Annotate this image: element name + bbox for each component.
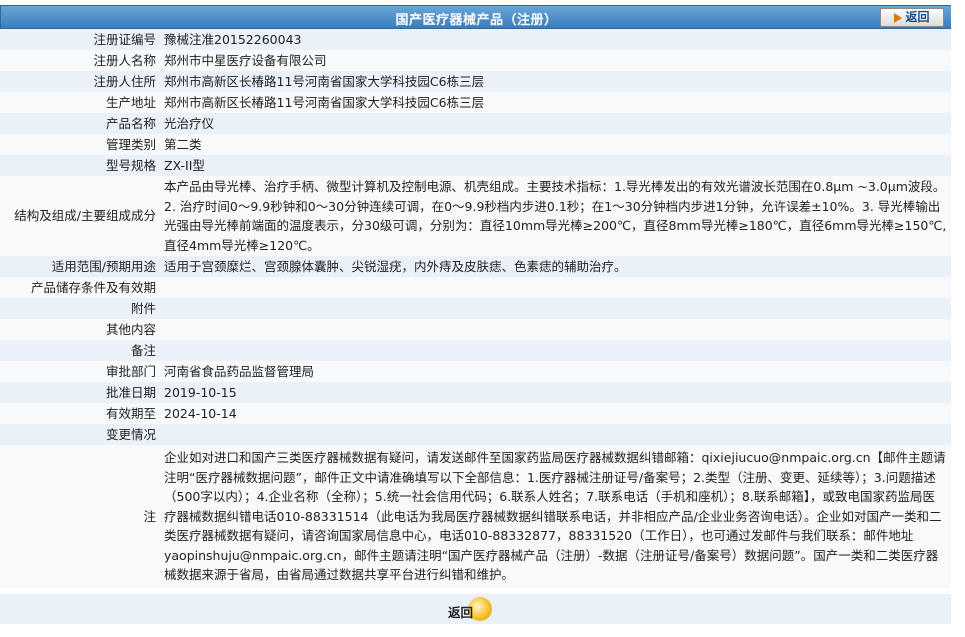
row-value bbox=[160, 424, 951, 445]
row-label: 注册证编号 bbox=[0, 29, 160, 50]
back-button-bottom-label: 返回 bbox=[448, 605, 474, 620]
table-row: 结构及组成/主要组成成分 本产品由导光棒、治疗手柄、微型计算机及控制电源、机壳组成… bbox=[0, 176, 951, 256]
row-value: 2019-10-15 bbox=[160, 382, 951, 403]
row-value: 2024-10-14 bbox=[160, 403, 951, 424]
row-label: 有效期至 bbox=[0, 403, 160, 424]
row-label: 变更情况 bbox=[0, 424, 160, 445]
row-label: 附件 bbox=[0, 298, 160, 319]
row-label: 批准日期 bbox=[0, 382, 160, 403]
row-label: 备注 bbox=[0, 340, 160, 361]
row-value bbox=[160, 277, 951, 298]
page-right-margin bbox=[951, 0, 965, 637]
row-value: ZX-II型 bbox=[160, 155, 951, 176]
table-row: 适用范围/预期用途 适用于宫颈糜烂、宫颈腺体囊肿、尖锐湿疣，内外痔及皮肤痣、色素痣… bbox=[0, 256, 951, 277]
back-button-top-label: 返回 bbox=[905, 10, 930, 24]
row-label: 注册人住所 bbox=[0, 71, 160, 92]
detail-table: 注册证编号 豫械注准20152260043 注册人名称 郑州市中星医疗设备有限公司 … bbox=[0, 29, 951, 588]
note-text: 企业如对进口和国产三类医疗器械数据有疑问，请发送邮件至国家药监局医疗器械数据纠错… bbox=[160, 445, 951, 588]
note-row: 注企业如对进口和国产三类医疗器械数据有疑问，请发送邮件至国家药监局医疗器械数据纠… bbox=[0, 445, 951, 588]
note-label: 注 bbox=[0, 445, 160, 588]
table-row: 产品名称 光治疗仪 bbox=[0, 113, 951, 134]
table-row: 注册人名称 郑州市中星医疗设备有限公司 bbox=[0, 50, 951, 71]
page-header: 国产医疗器械产品（注册） 返回 bbox=[0, 5, 953, 29]
row-value: 光治疗仪 bbox=[160, 113, 951, 134]
table-row: 管理类别 第二类 bbox=[0, 134, 951, 155]
page-footer: 返回 bbox=[0, 594, 951, 624]
table-row: 其他内容 bbox=[0, 319, 951, 340]
row-value: 河南省食品药品监督管理局 bbox=[160, 361, 951, 382]
table-row: 产品储存条件及有效期 bbox=[0, 277, 951, 298]
page-title: 国产医疗器械产品（注册） bbox=[395, 13, 558, 28]
row-label: 审批部门 bbox=[0, 361, 160, 382]
row-value: 郑州市中星医疗设备有限公司 bbox=[160, 50, 951, 71]
row-value: 第二类 bbox=[160, 134, 951, 155]
back-button-top[interactable]: 返回 bbox=[880, 8, 944, 27]
row-label: 管理类别 bbox=[0, 134, 160, 155]
row-label: 适用范围/预期用途 bbox=[0, 256, 160, 277]
row-value: 适用于宫颈糜烂、宫颈腺体囊肿、尖锐湿疣，内外痔及皮肤痣、色素痣的辅助治疗。 bbox=[160, 256, 951, 277]
table-row: 批准日期 2019-10-15 bbox=[0, 382, 951, 403]
table-row: 注册人住所 郑州市高新区长椿路11号河南省国家大学科技园C6栋三层 bbox=[0, 71, 951, 92]
row-label: 生产地址 bbox=[0, 92, 160, 113]
back-button-bottom[interactable]: 返回 bbox=[446, 597, 498, 623]
arrow-right-icon bbox=[894, 12, 903, 23]
row-label: 其他内容 bbox=[0, 319, 160, 340]
row-label: 产品名称 bbox=[0, 113, 160, 134]
table-row: 型号规格 ZX-II型 bbox=[0, 155, 951, 176]
row-value bbox=[160, 340, 951, 361]
row-value bbox=[160, 319, 951, 340]
row-value: 郑州市高新区长椿路11号河南省国家大学科技园C6栋三层 bbox=[160, 71, 951, 92]
row-value bbox=[160, 298, 951, 319]
row-value: 郑州市高新区长椿路11号河南省国家大学科技园C6栋三层 bbox=[160, 92, 951, 113]
row-label: 型号规格 bbox=[0, 155, 160, 176]
table-row: 变更情况 bbox=[0, 424, 951, 445]
table-row: 有效期至 2024-10-14 bbox=[0, 403, 951, 424]
table-row: 审批部门 河南省食品药品监督管理局 bbox=[0, 361, 951, 382]
row-label: 注册人名称 bbox=[0, 50, 160, 71]
table-row: 备注 bbox=[0, 340, 951, 361]
row-value: 豫械注准20152260043 bbox=[160, 29, 951, 50]
table-row: 附件 bbox=[0, 298, 951, 319]
row-label: 结构及组成/主要组成成分 bbox=[0, 176, 160, 256]
row-label: 产品储存条件及有效期 bbox=[0, 277, 160, 298]
page: 国产医疗器械产品（注册） 返回 注册证编号 豫械注准20152260043 注册人… bbox=[0, 0, 965, 637]
table-row: 注册证编号 豫械注准20152260043 bbox=[0, 29, 951, 50]
table-row: 生产地址 郑州市高新区长椿路11号河南省国家大学科技园C6栋三层 bbox=[0, 92, 951, 113]
row-value: 本产品由导光棒、治疗手柄、微型计算机及控制电源、机壳组成。主要技术指标：1.导光… bbox=[160, 176, 951, 256]
